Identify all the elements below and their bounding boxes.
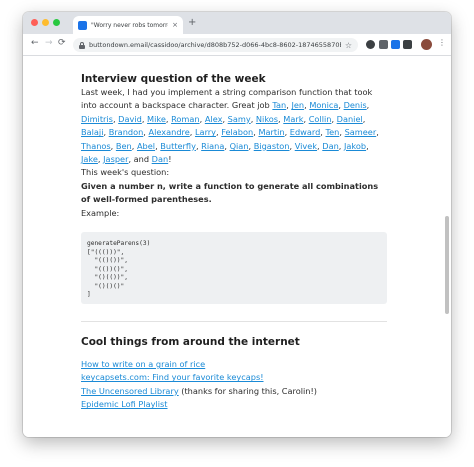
list-item: keycapsets.com: Find your favorite keyca…: [81, 371, 387, 384]
example-label: Example:: [81, 207, 120, 218]
name-link[interactable]: Dan: [322, 141, 339, 151]
internet-link[interactable]: The Uncensored Library: [81, 386, 179, 396]
bookmark-star-icon[interactable]: ☆: [345, 41, 352, 50]
name-link[interactable]: Thanos: [81, 141, 111, 151]
link-note: (thanks for sharing this, Carolin!): [178, 385, 317, 396]
name-link[interactable]: Dan: [152, 154, 169, 164]
name-link[interactable]: Larry: [195, 127, 216, 137]
name-link[interactable]: Edward: [290, 127, 321, 137]
name-link[interactable]: Sameer: [345, 127, 377, 137]
name-link[interactable]: David: [118, 114, 142, 124]
browser-toolbar: ← → ⟳ buttondown.email/cassidoo/archive/…: [23, 34, 451, 56]
name-link[interactable]: Tan: [272, 100, 286, 110]
extension-blue-icon[interactable]: [391, 40, 400, 49]
name-link[interactable]: Bigaston: [254, 141, 290, 151]
browser-menu-icon[interactable]: ⋮: [438, 38, 446, 47]
tab-title: "Worry never robs tomorrow...: [91, 21, 168, 29]
name-link[interactable]: Mark: [283, 114, 303, 124]
name-link[interactable]: Nikos: [256, 114, 278, 124]
maximize-window-button[interactable]: [53, 19, 60, 26]
name-link[interactable]: Vivek: [295, 141, 317, 151]
back-button[interactable]: ←: [31, 38, 39, 48]
name-link[interactable]: Ben: [116, 141, 132, 151]
name-link[interactable]: Samy: [228, 114, 251, 124]
intro-paragraph: Last week, I had you implement a string …: [81, 86, 387, 166]
name-link[interactable]: Daniel: [337, 114, 363, 124]
internet-link[interactable]: keycapsets.com: Find your favorite keyca…: [81, 372, 264, 382]
code-example: generateParens(3) ["((()))", "(()())", "…: [81, 232, 387, 305]
name-link[interactable]: Abel: [137, 141, 155, 151]
tab-close-icon[interactable]: ×: [172, 21, 178, 29]
lock-icon: [79, 41, 85, 49]
reload-button[interactable]: ⟳: [58, 38, 66, 48]
list-item: Epidemic Lofi Playlist: [81, 398, 387, 411]
list-item: How to write on a grain of rice: [81, 358, 387, 371]
interview-heading: Interview question of the week: [81, 73, 266, 85]
name-link[interactable]: Roman: [171, 114, 200, 124]
name-link[interactable]: Ten: [326, 127, 340, 137]
list-item: The Uncensored Library (thanks for shari…: [81, 385, 387, 398]
new-tab-button[interactable]: +: [188, 17, 196, 28]
name-link[interactable]: Dimitris: [81, 114, 113, 124]
name-link[interactable]: Mike: [147, 114, 166, 124]
name-link[interactable]: Jakob: [344, 141, 366, 151]
internet-link[interactable]: How to write on a grain of rice: [81, 359, 205, 369]
minimize-window-button[interactable]: [42, 19, 49, 26]
forward-button[interactable]: →: [45, 38, 53, 48]
name-link[interactable]: Denis: [344, 100, 367, 110]
name-link[interactable]: Alex: [205, 114, 223, 124]
tab-bar: "Worry never robs tomorrow... × +: [23, 12, 451, 34]
name-link[interactable]: Balaji: [81, 127, 103, 137]
browser-window: "Worry never robs tomorrow... × + ← → ⟳ …: [23, 12, 451, 437]
name-link[interactable]: Jake: [81, 154, 98, 164]
name-link[interactable]: Qian: [230, 141, 249, 151]
url-text[interactable]: buttondown.email/cassidoo/archive/d808b7…: [89, 41, 341, 49]
name-link[interactable]: Brandon: [109, 127, 144, 137]
favicon-icon: [78, 20, 87, 30]
profile-avatar[interactable]: [421, 39, 432, 50]
name-link[interactable]: Alexandre: [149, 127, 190, 137]
name-link[interactable]: Riana: [201, 141, 224, 151]
name-link[interactable]: Jen: [291, 100, 304, 110]
scrollbar-thumb[interactable]: [445, 216, 449, 314]
name-link[interactable]: Jasper: [103, 154, 128, 164]
links-list: How to write on a grain of rice keycapset…: [81, 358, 387, 412]
question-label: This week's question:: [81, 167, 170, 178]
question-text: Given a number n, write a function to ge…: [81, 180, 379, 205]
cool-things-heading: Cool things from around the internet: [81, 336, 300, 349]
extension-info-icon[interactable]: [366, 40, 375, 49]
name-link[interactable]: Monica: [309, 100, 338, 110]
name-link[interactable]: Butterfly: [160, 141, 196, 151]
page-content: Interview question of the week Last week…: [23, 56, 451, 437]
name-link[interactable]: Collin: [309, 114, 332, 124]
extension-icon[interactable]: [379, 40, 388, 49]
address-bar[interactable]: buttondown.email/cassidoo/archive/d808b7…: [73, 38, 358, 52]
newsletter-article: Interview question of the week Last week…: [81, 72, 387, 412]
section-divider: [81, 321, 387, 323]
close-window-button[interactable]: [31, 19, 38, 26]
extension-dark-icon[interactable]: [403, 40, 412, 49]
name-link[interactable]: Martin: [258, 127, 284, 137]
browser-tab[interactable]: "Worry never robs tomorrow... ×: [73, 16, 183, 34]
internet-link[interactable]: Epidemic Lofi Playlist: [81, 399, 168, 409]
name-link[interactable]: Felabon: [221, 127, 253, 137]
